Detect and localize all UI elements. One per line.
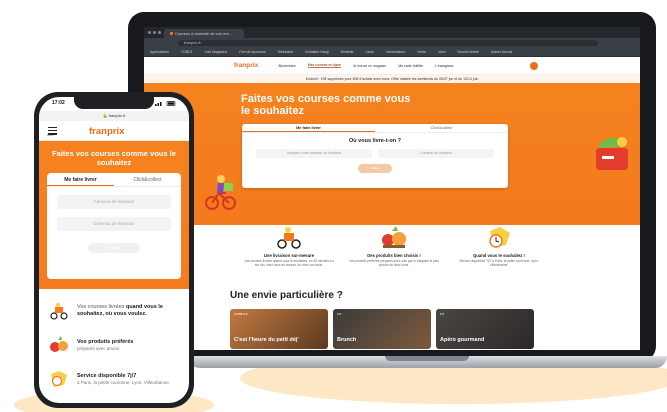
clock-map-icon [49, 369, 69, 389]
nav-item-magasin[interactable]: Je trouve un magasin [353, 64, 386, 68]
phone-screen: 17:02 🔒 franprix.fr Menu franprix Faites… [39, 97, 189, 403]
tab-title: Courses à domicile de vos ma... [175, 31, 232, 36]
delivery-tabs: Me faire livrer Click&collect [242, 124, 508, 133]
site-logo[interactable]: franprix [234, 62, 258, 69]
feature-desc: Service disponible 7j/7 à Paris, la peti… [459, 259, 539, 267]
feature-item: Des produits bien choisis ! Vos produits… [349, 223, 439, 267]
tab-delivery[interactable]: Me faire livrer [242, 124, 375, 132]
clock-map-icon [454, 223, 544, 251]
envie-cards: FORMULE C'est l'heure du petit déj' KIT … [230, 309, 534, 349]
address-bar[interactable]: franprix.fr [178, 40, 598, 46]
bookmark-item[interactable]: Autres favoris [491, 50, 512, 54]
feature-item: Une livraison sur-mesure Vos courses liv… [244, 223, 334, 267]
favicon-icon [170, 32, 173, 35]
bookmark-item[interactable]: Informations [386, 50, 405, 54]
bookmarks-bar: Applications TGBU1 Voix Magazine Fort de… [144, 48, 640, 57]
bookmark-item[interactable]: Voix Magazine [205, 50, 228, 54]
feature-bold: Service disponible 7j/7 [77, 372, 137, 379]
feature-desc: préparés avec amour [77, 345, 120, 351]
nav-item-courses[interactable]: Mes courses en ligne [307, 63, 341, 68]
hero-section: Faites vos courses comme vous le souhait… [144, 83, 640, 225]
envie-card[interactable]: FORMULE C'est l'heure du petit déj' [230, 309, 328, 349]
tab-click-collect[interactable]: Click&collect [375, 124, 508, 132]
mobile-submit-button[interactable]: Valider [88, 243, 140, 253]
scooter-icon [49, 301, 69, 321]
hero-title: Faites vos courses comme vous le souhait… [241, 93, 411, 117]
menu-label: Menu [47, 134, 54, 137]
cyclist-illustration [205, 175, 236, 210]
feature-item: Quand vous le souhaitez ! Service dispon… [454, 223, 544, 267]
feature-title: Une livraison sur-mesure [263, 253, 315, 258]
mobile-hero: Faites vos courses comme vous le souhait… [39, 141, 189, 289]
bookmark-item[interactable]: Fort de sponsors [239, 50, 265, 54]
mobile-features: Vos courses livrées quand vous le souhai… [39, 289, 189, 389]
scooter-icon [244, 223, 334, 251]
mobile-feature-item: Vos courses livrées quand vous le souhai… [49, 301, 179, 321]
mobile-feature-item: Service disponible 7j/7 à Paris, la peti… [49, 369, 179, 389]
status-time: 17:02 [52, 100, 65, 106]
mobile-address-input[interactable]: Adresse de livraison [57, 195, 171, 209]
feature-pre: Vos courses livrées [77, 304, 125, 310]
envie-card[interactable]: KIT Apéro gourmand [436, 309, 534, 349]
bookmark-item[interactable]: Vente [417, 50, 426, 54]
window-controls[interactable] [148, 31, 161, 34]
card-kicker: KIT [337, 312, 342, 316]
mobile-tab-click-collect[interactable]: Click&collect [114, 173, 181, 186]
nav-item-alimentaire[interactable]: Alimentaire [278, 64, 296, 68]
delivery-inputs: Indiquez votre adresse de livraison Crén… [242, 144, 508, 158]
browser-tab[interactable]: Courses à domicile de vos ma... [164, 29, 244, 38]
mobile-slot-input[interactable]: Créneau de livraison [57, 217, 171, 231]
bookmark-item[interactable]: Dentelle [341, 50, 354, 54]
signal-battery-icon [155, 101, 177, 106]
mobile-header: Menu franprix [39, 121, 189, 141]
bookmark-item[interactable]: Lacie [365, 50, 373, 54]
produce-icon [349, 223, 439, 251]
card-label: Brunch [337, 337, 357, 343]
envie-card[interactable]: KIT Brunch [333, 309, 431, 349]
phone-notch [74, 97, 154, 109]
card-kicker: FORMULE [234, 312, 248, 316]
feature-bold: Vos produits préférés [77, 338, 134, 345]
section-title: Une envie particulière ? [230, 290, 343, 301]
feature-desc: Vos produits préférés préparés avec soin… [349, 259, 439, 267]
promo-banner: Exclusif : 10€ supprimés pour 60€ d'acha… [144, 75, 640, 83]
nav-item-instaglace[interactable]: L'Instaglace [435, 64, 454, 68]
mobile-logo[interactable]: franprix [89, 126, 124, 137]
feature-desc: Vos courses livrées quand vous le souhai… [244, 259, 334, 267]
mobile-tab-delivery[interactable]: Me faire livrer [47, 173, 114, 186]
bookmark-item[interactable]: TGBU1 [181, 50, 193, 54]
bookmark-item[interactable]: Voici [438, 50, 445, 54]
card-label: Apéro gourmand [440, 337, 485, 343]
mobile-delivery-card: Me faire livrer Click&collect Adresse de… [47, 173, 181, 279]
feature-desc: à Paris, la petite couronne, Lyon, Ville… [77, 379, 171, 385]
card-kicker: KIT [440, 312, 445, 316]
address-input[interactable]: Indiquez votre adresse de livraison [256, 149, 372, 158]
mobile-hero-title: Faites vos courses comme vous le souhait… [52, 149, 176, 167]
delivery-card: Me faire livrer Click&collect Où vous li… [242, 124, 508, 188]
desktop-features: Une livraison sur-mesure Vos courses liv… [244, 223, 544, 267]
card-label: C'est l'heure du petit déj' [234, 337, 299, 343]
slot-input[interactable]: Créneau de livraison [378, 149, 494, 158]
laptop-screen: Courses à domicile de vos ma... franprix… [144, 27, 640, 350]
mobile-delivery-tabs: Me faire livrer Click&collect [47, 173, 181, 187]
nav-item-fidelite[interactable]: Ma carte fidélité [398, 64, 423, 68]
feature-title: Des produits bien choisis ! [367, 253, 421, 258]
browser-tabstrip: Courses à domicile de vos ma... [144, 27, 640, 38]
feature-title: Quand vous le souhaitez ! [473, 253, 525, 258]
product-mockup: Courses à domicile de vos ma... franprix… [0, 0, 667, 412]
browser-toolbar: franprix.fr [144, 38, 640, 48]
site-nav: franprix Alimentaire Mes courses en lign… [144, 57, 640, 75]
mobile-url: franprix.fr [108, 113, 126, 118]
mobile-address-bar[interactable]: 🔒 franprix.fr [39, 111, 189, 121]
submit-button[interactable]: Valider [358, 164, 392, 173]
bookmark-item[interactable]: Invitation Hang [305, 50, 328, 54]
bookmark-item[interactable]: Applications [150, 50, 169, 54]
produce-icon [49, 335, 69, 355]
bookmark-item[interactable]: Nouvel Article [458, 50, 479, 54]
bookmark-item[interactable]: Webinaire [278, 50, 294, 54]
mobile-feature-item: Vos produits préférés préparés avec amou… [49, 335, 179, 355]
laptop-base-notch [385, 356, 469, 361]
basket-illustration [596, 137, 628, 170]
user-icon[interactable] [530, 62, 538, 70]
